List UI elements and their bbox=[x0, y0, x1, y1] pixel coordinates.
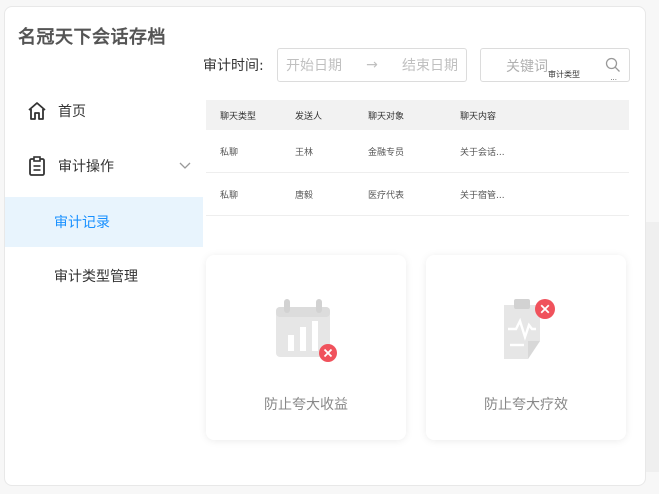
card-label: 防止夸大疗效 bbox=[484, 397, 568, 413]
home-icon bbox=[26, 100, 48, 122]
chevron-down-icon bbox=[179, 158, 191, 174]
table-row[interactable]: 私聊 唐毅 医疗代表 关于宿管... bbox=[206, 173, 629, 216]
table-header: 聊天类型 发送人 聊天对象 聊天内容 bbox=[206, 100, 629, 130]
audit-time-label: 审计时间: bbox=[203, 58, 264, 74]
sidebar-item-label: 首页 bbox=[58, 104, 86, 120]
app-window: 名冠天下会话存档 首页 审计操作 审计记录 审计类型管理 审计时间: 开始日期 … bbox=[4, 6, 646, 486]
keyword-placeholder: 关键词 bbox=[506, 59, 548, 75]
col-header-sender: 发送人 bbox=[295, 111, 323, 122]
cell-sender: 唐毅 bbox=[295, 190, 314, 201]
date-arrow: → bbox=[366, 57, 378, 73]
col-header-chat-content: 聊天内容 bbox=[460, 111, 497, 122]
date-range-picker[interactable]: 开始日期 → 结束日期 bbox=[277, 48, 467, 82]
cell-chat-target: 金融专员 bbox=[368, 147, 405, 158]
col-header-chat-type: 聊天类型 bbox=[220, 111, 257, 122]
sidebar-item-label: 审计类型管理 bbox=[54, 269, 138, 285]
cell-chat-type: 私聊 bbox=[220, 147, 239, 158]
audit-type-select[interactable]: 审计类型 bbox=[548, 69, 580, 80]
cell-chat-content: 关于宿管... bbox=[460, 190, 505, 201]
card-prevent-exaggerated-efficacy[interactable]: 防止夸大疗效 bbox=[426, 255, 626, 440]
keyword-search-input[interactable]: 关键词 审计类型 ... bbox=[480, 48, 630, 82]
card-prevent-exaggerated-returns[interactable]: 防止夸大收益 bbox=[206, 255, 406, 440]
cell-chat-type: 私聊 bbox=[220, 190, 239, 201]
card-label: 防止夸大收益 bbox=[264, 397, 348, 413]
chat-records-table: 聊天类型 发送人 聊天对象 聊天内容 私聊 王林 金融专员 关于会话... 私聊… bbox=[206, 100, 629, 216]
date-end-input[interactable]: 结束日期 bbox=[387, 55, 458, 75]
chart-calendar-icon bbox=[270, 293, 346, 369]
medical-clipboard-icon bbox=[490, 293, 566, 369]
col-header-chat-target: 聊天对象 bbox=[368, 111, 405, 122]
cell-chat-target: 医疗代表 bbox=[368, 190, 405, 201]
more-dots: ... bbox=[610, 74, 617, 82]
table-row[interactable]: 私聊 王林 金融专员 关于会话... bbox=[206, 130, 629, 173]
app-title: 名冠天下会话存档 bbox=[18, 27, 166, 48]
date-start-input[interactable]: 开始日期 bbox=[286, 55, 357, 75]
clipboard-icon bbox=[26, 155, 48, 177]
background-panel-edge bbox=[646, 222, 659, 472]
sidebar-item-audit-ops[interactable]: 审计操作 bbox=[5, 141, 203, 191]
cell-chat-content: 关于会话... bbox=[460, 147, 505, 158]
sidebar-item-home[interactable]: 首页 bbox=[5, 86, 203, 136]
sidebar-item-label: 审计操作 bbox=[58, 159, 114, 175]
sidebar-item-audit-type-manage[interactable]: 审计类型管理 bbox=[5, 251, 203, 301]
sidebar-item-audit-record[interactable]: 审计记录 bbox=[5, 197, 203, 247]
sidebar-item-label: 审计记录 bbox=[54, 215, 110, 231]
cell-sender: 王林 bbox=[295, 147, 314, 158]
sidebar: 名冠天下会话存档 首页 审计操作 审计记录 审计类型管理 bbox=[5, 7, 203, 485]
